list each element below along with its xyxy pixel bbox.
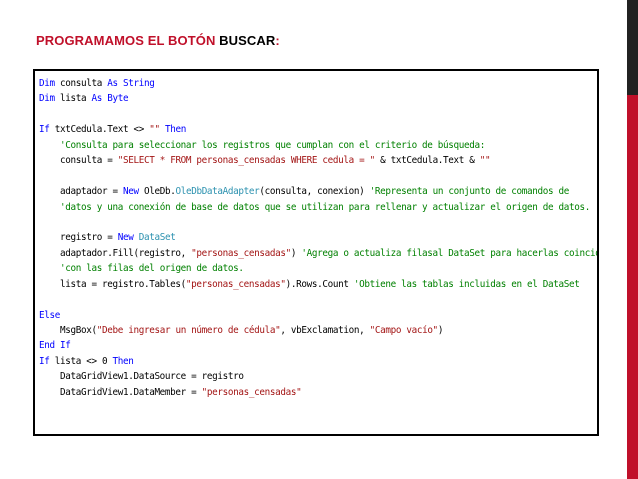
code-keyword: Else — [39, 309, 60, 321]
code-keyword: As — [91, 93, 102, 105]
code-text: ) — [290, 247, 302, 259]
code-line: registro = New DataSet — [39, 230, 597, 245]
code-comment: 'con las filas del origen de datos. — [60, 263, 244, 275]
code-string: "Campo vacío" — [369, 325, 439, 336]
code-line: adaptador = New OleDb.OleDbDataAdapter(c… — [39, 184, 597, 199]
code-listing-box: Dim consulta As String Dim lista As Byte … — [33, 69, 599, 436]
code-text: lista — [54, 93, 92, 105]
code-line: If txtCedula.Text <> "" Then — [39, 122, 597, 137]
code-line: DataGridView1.DataMember = "personas_cen… — [39, 385, 597, 400]
code-keyword: If — [39, 124, 50, 136]
slide-title: PROGRAMAMOS EL BOTÓN BUSCAR: — [36, 33, 280, 48]
code-keyword: Byte — [107, 93, 129, 105]
code-keyword: Dim — [39, 78, 55, 89]
code-line: MsgBox("Debe ingresar un número de cédul… — [39, 323, 597, 338]
slide-title-colon: : — [275, 33, 280, 48]
code-line: Dim lista As Byte — [39, 91, 597, 106]
code-string: "Debe ingresar un número de cédula" — [96, 325, 281, 336]
code-keyword: Then — [164, 124, 186, 136]
code-line: Else — [39, 308, 597, 323]
code-line: Dim consulta As String — [39, 76, 597, 91]
code-text: consulta = — [39, 155, 118, 167]
code-line: lista = registro.Tables("personas_censad… — [39, 277, 597, 292]
code-comment: 'Consulta para seleccionar los registros… — [60, 139, 486, 151]
code-string: "personas_censadas" — [201, 386, 302, 398]
code-text: txtCedula.Text <> — [49, 124, 150, 136]
code-keyword: If — [60, 340, 71, 352]
code-keyword: Then — [112, 355, 134, 367]
code-keyword: New — [117, 232, 134, 244]
code-comment: 'datos y una conexión de base de datos q… — [60, 201, 590, 213]
code-text: ) — [437, 325, 444, 336]
side-accent-bar-red — [627, 95, 638, 479]
code-string: "personas_censadas" — [191, 247, 291, 259]
code-text: MsgBox( — [39, 325, 97, 336]
code-line: 'con las filas del origen de datos. — [39, 261, 597, 276]
code-text: registro = — [39, 232, 118, 244]
code-type: DataSet — [138, 232, 176, 244]
code-line: DataGridView1.DataSource = registro — [39, 369, 597, 384]
code-keyword: End — [39, 340, 55, 352]
code-text: DataGridView1.DataSource = registro — [39, 371, 244, 383]
code-keyword: New — [122, 186, 139, 198]
code-line: 'Consulta para seleccionar los registros… — [39, 138, 597, 153]
slide-title-red-part: PROGRAMAMOS EL BOTÓN — [36, 33, 216, 48]
code-keyword: As — [107, 78, 118, 89]
code-text: , vbExclamation, — [280, 325, 370, 336]
slide-title-black-part: BUSCAR — [219, 33, 276, 48]
code-comment: 'Agrega o actualiza filasal DataSet para… — [301, 247, 599, 259]
code-text: & txtCedula.Text & — [374, 155, 480, 167]
code-text: (consulta, conexion) — [259, 186, 370, 198]
code-text: DataGridView1.DataMember = — [39, 386, 202, 398]
code-string: "" — [479, 155, 491, 167]
code-type: OleDbDataAdapter — [175, 186, 260, 198]
side-accent-bar-dark — [627, 0, 638, 95]
code-keyword: If — [39, 355, 50, 367]
code-text: consulta — [54, 78, 108, 89]
code-text: adaptador = — [39, 186, 123, 198]
code-comment: 'Obtiene las tablas incluidas en el Data… — [353, 278, 580, 290]
code-string: "SELECT * FROM personas_censadas WHERE c… — [117, 155, 375, 167]
code-keyword: String — [122, 78, 155, 89]
code-string: "" — [149, 124, 160, 136]
code-text: adaptador.Fill(registro, — [39, 247, 192, 259]
code-listing: Dim consulta As String Dim lista As Byte … — [39, 76, 599, 400]
code-text: OleDb. — [138, 186, 176, 198]
code-line: adaptador.Fill(registro, "personas_censa… — [39, 246, 599, 261]
code-comment: 'Representa un conjunto de comandos de — [369, 186, 570, 198]
code-text: lista = registro.Tables( — [39, 278, 186, 290]
code-line: End If — [39, 338, 597, 353]
code-string: "personas_censadas" — [185, 278, 286, 290]
code-text: lista <> 0 — [49, 355, 113, 367]
code-keyword: Dim — [39, 93, 55, 105]
code-line: If lista <> 0 Then — [39, 354, 597, 369]
code-line: 'datos y una conexión de base de datos q… — [39, 200, 597, 215]
code-text: ).Rows.Count — [285, 278, 354, 290]
code-line: consulta = "SELECT * FROM personas_censa… — [39, 153, 597, 168]
